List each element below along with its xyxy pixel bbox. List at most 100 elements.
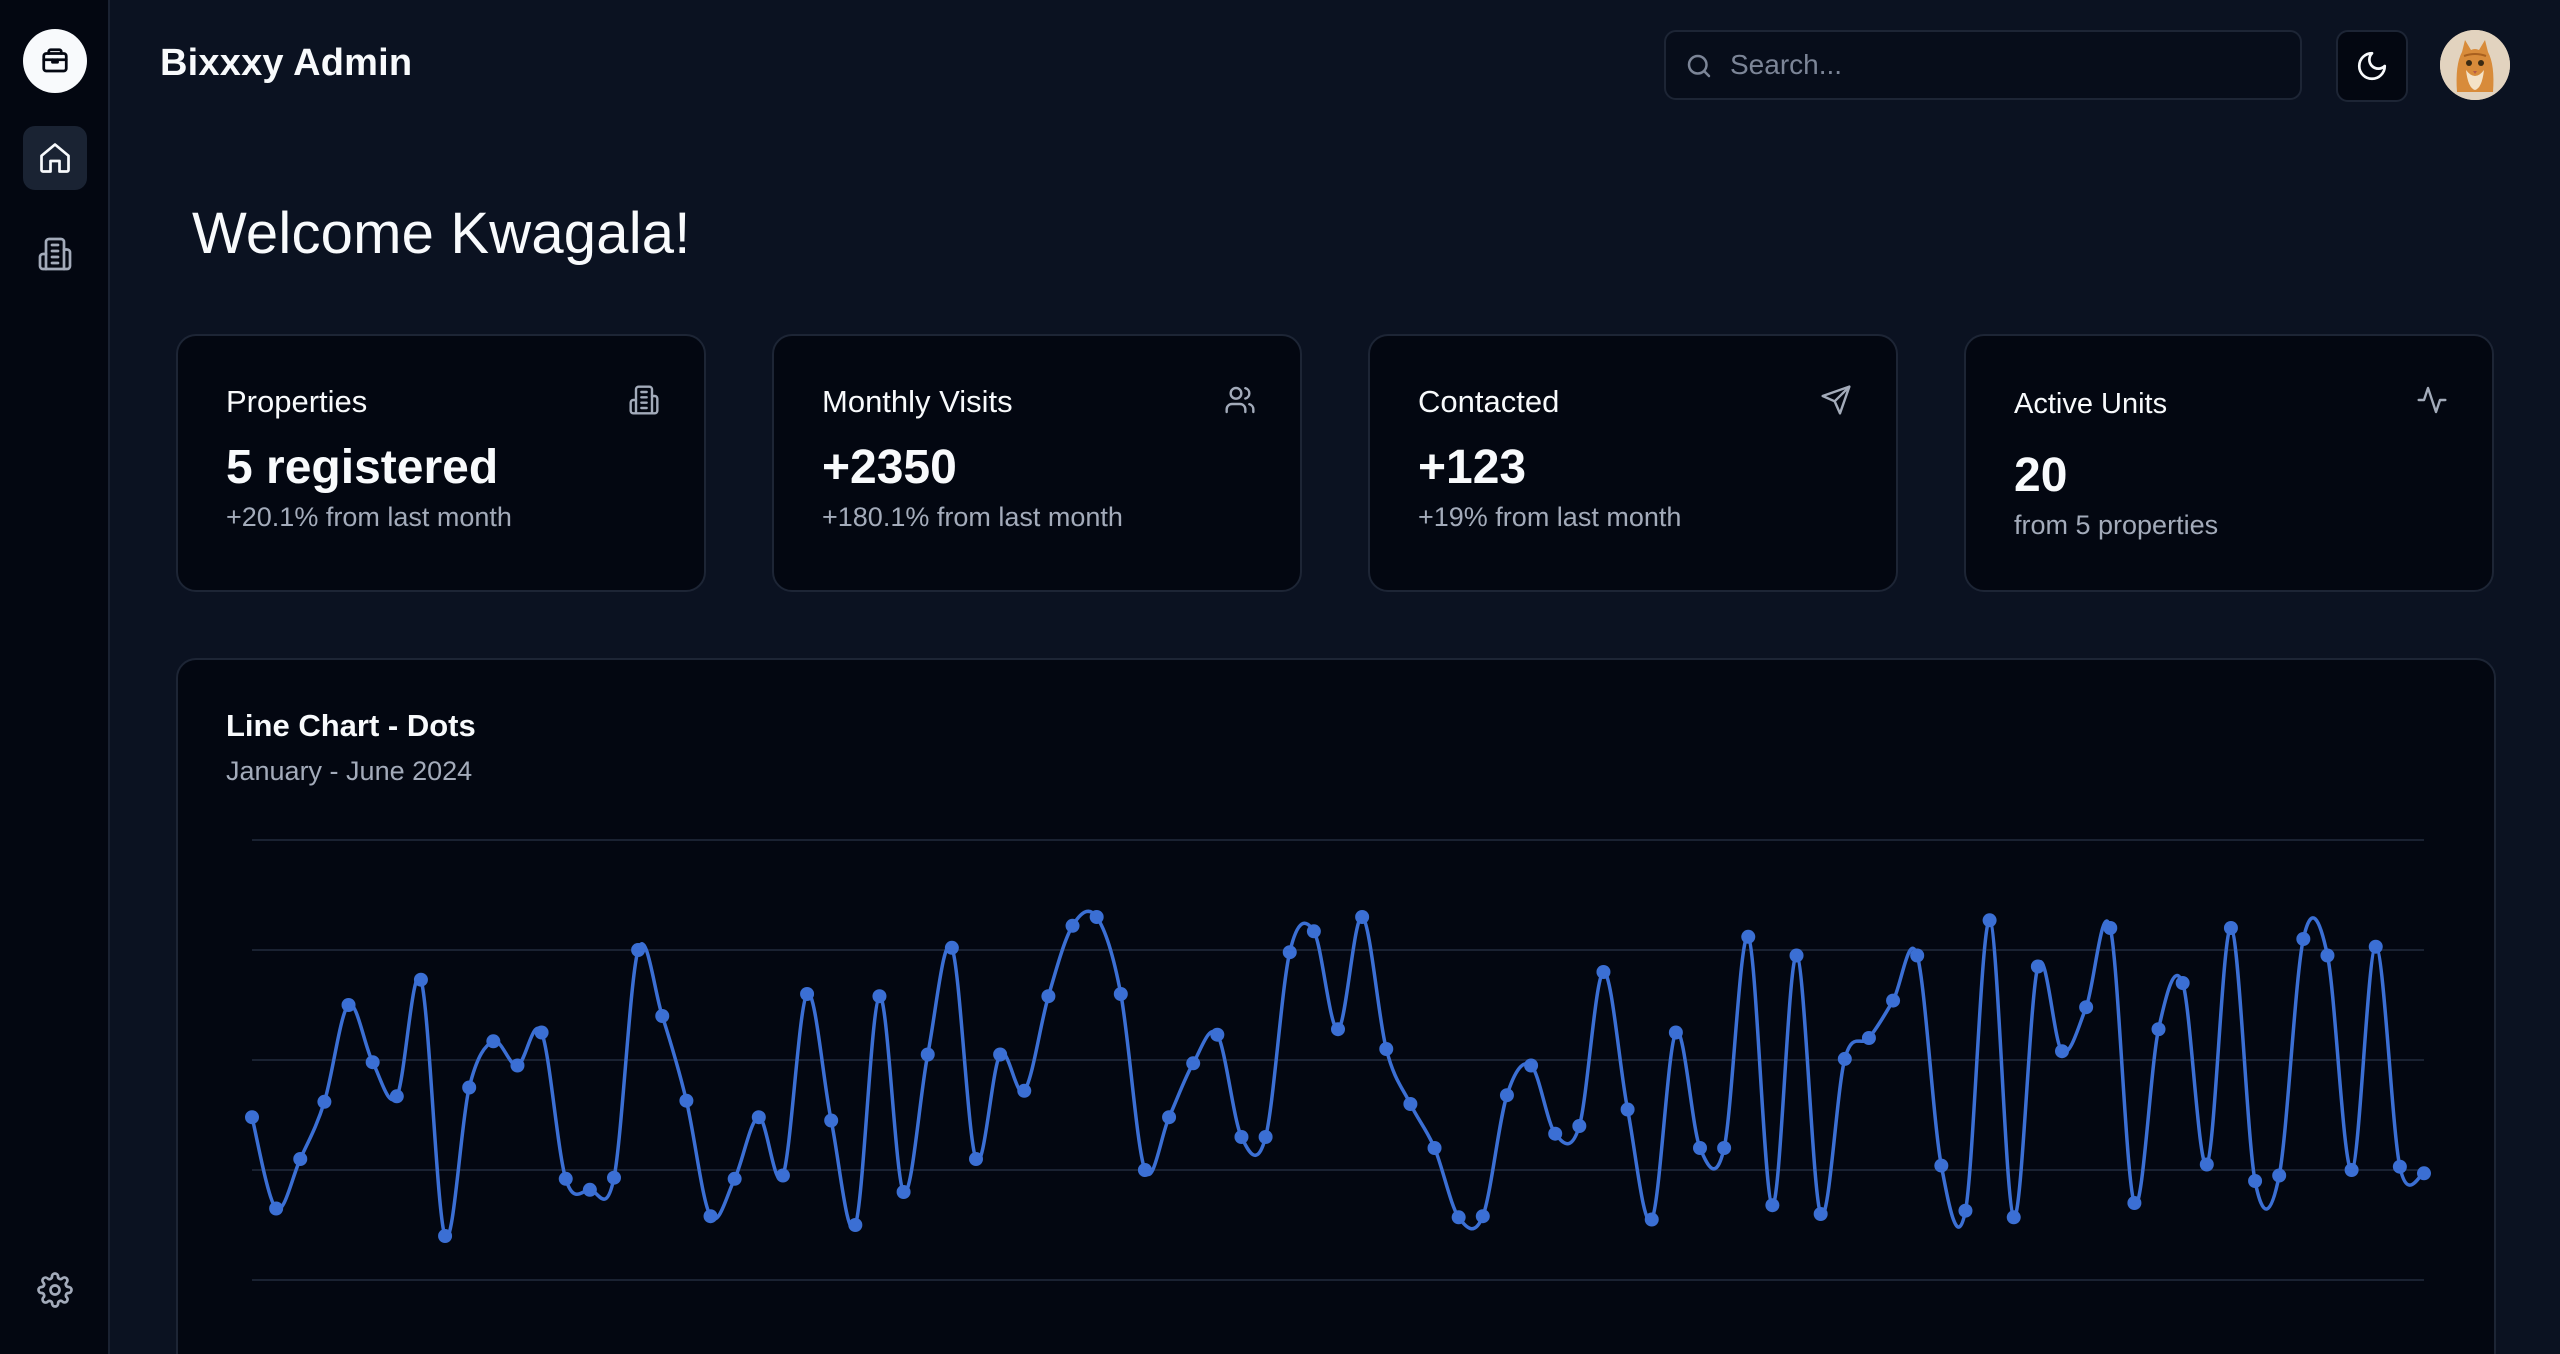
data-point[interactable] [558, 1171, 573, 1186]
data-point[interactable] [1355, 910, 1370, 924]
data-point[interactable] [341, 998, 356, 1012]
data-point[interactable] [2344, 1163, 2359, 1177]
data-point[interactable] [413, 972, 428, 987]
data-point[interactable] [1475, 1209, 1490, 1224]
data-point[interactable] [993, 1047, 1008, 1062]
data-point[interactable] [607, 1170, 621, 1185]
data-point[interactable] [751, 1110, 766, 1125]
data-point[interactable] [2272, 1168, 2287, 1183]
data-point[interactable] [1620, 1102, 1635, 1117]
sidebar-item-properties[interactable] [23, 222, 87, 286]
data-point[interactable] [1596, 965, 1611, 979]
data-point[interactable] [1982, 913, 1997, 928]
data-point[interactable] [486, 1034, 501, 1049]
data-point[interactable] [1765, 1198, 1780, 1213]
data-point[interactable] [2392, 1159, 2407, 1174]
data-point[interactable] [1186, 1056, 1201, 1071]
data-point[interactable] [1041, 989, 1056, 1004]
data-point[interactable] [2320, 948, 2335, 963]
data-point[interactable] [1282, 945, 1297, 960]
data-point[interactable] [510, 1058, 525, 1073]
data-point[interactable] [2248, 1174, 2263, 1188]
theme-toggle-button[interactable] [2336, 30, 2408, 102]
data-point[interactable] [1934, 1158, 1949, 1173]
data-point[interactable] [1306, 924, 1321, 939]
data-point[interactable] [1113, 987, 1128, 1001]
data-point[interactable] [2030, 959, 2045, 974]
card-title: Properties [226, 384, 368, 419]
data-point[interactable] [969, 1152, 983, 1166]
data-point[interactable] [703, 1209, 718, 1224]
data-point[interactable] [1089, 910, 1104, 924]
data-point[interactable] [631, 943, 646, 957]
data-point[interactable] [462, 1080, 477, 1095]
data-point[interactable] [365, 1055, 380, 1070]
data-point[interactable] [582, 1182, 597, 1197]
data-point[interactable] [1668, 1025, 1683, 1040]
data-point[interactable] [1331, 1022, 1345, 1037]
data-point[interactable] [1162, 1110, 1177, 1125]
data-point[interactable] [1572, 1119, 1587, 1133]
data-point[interactable] [2006, 1210, 2021, 1225]
search-box[interactable] [1664, 30, 2302, 100]
data-point[interactable] [1548, 1126, 1563, 1141]
data-point[interactable] [2199, 1157, 2214, 1172]
data-point[interactable] [679, 1093, 694, 1108]
data-point[interactable] [1499, 1088, 1514, 1103]
data-point[interactable] [1741, 929, 1756, 944]
data-point[interactable] [1065, 918, 1080, 933]
sidebar-item-home[interactable] [23, 126, 87, 190]
data-point[interactable] [1524, 1058, 1539, 1073]
data-point[interactable] [727, 1171, 742, 1186]
data-point[interactable] [1427, 1141, 1442, 1155]
data-point[interactable] [438, 1229, 453, 1243]
data-point[interactable] [1717, 1141, 1732, 1155]
data-point[interactable] [1017, 1083, 1032, 1098]
data-point[interactable] [1137, 1163, 1152, 1177]
data-point[interactable] [800, 987, 815, 1001]
avatar[interactable] [2440, 30, 2510, 100]
data-point[interactable] [896, 1185, 911, 1199]
data-point[interactable] [2223, 921, 2238, 935]
data-point[interactable] [920, 1047, 935, 1062]
search-input[interactable] [1730, 32, 2290, 98]
data-point[interactable] [1451, 1210, 1466, 1225]
data-point[interactable] [269, 1201, 284, 1216]
data-point[interactable] [824, 1113, 839, 1128]
data-point[interactable] [1210, 1027, 1225, 1042]
data-point[interactable] [2417, 1166, 2431, 1181]
data-point[interactable] [1234, 1130, 1249, 1144]
data-point[interactable] [1837, 1051, 1852, 1066]
data-point[interactable] [2368, 939, 2383, 954]
data-point[interactable] [944, 940, 959, 955]
data-point[interactable] [2055, 1044, 2069, 1059]
data-point[interactable] [1886, 993, 1901, 1008]
data-point[interactable] [1910, 948, 1925, 963]
data-point[interactable] [1403, 1097, 1418, 1111]
data-point[interactable] [2079, 1000, 2094, 1015]
data-point[interactable] [1789, 948, 1804, 963]
data-point[interactable] [1379, 1042, 1394, 1056]
data-point[interactable] [2175, 976, 2190, 990]
data-point[interactable] [1693, 1141, 1707, 1155]
data-point[interactable] [534, 1025, 549, 1040]
data-point[interactable] [1958, 1203, 1973, 1218]
data-point[interactable] [1258, 1130, 1273, 1144]
sidebar-item-settings[interactable] [23, 1258, 87, 1322]
data-point[interactable] [1861, 1031, 1876, 1045]
data-point[interactable] [2103, 921, 2118, 935]
data-point[interactable] [389, 1089, 404, 1104]
data-point[interactable] [1644, 1212, 1659, 1227]
data-point[interactable] [2151, 1022, 2166, 1037]
data-point[interactable] [1813, 1207, 1828, 1221]
app-logo[interactable] [23, 29, 87, 93]
data-point[interactable] [2127, 1196, 2142, 1210]
data-point[interactable] [245, 1110, 259, 1125]
data-point[interactable] [848, 1218, 863, 1232]
data-point[interactable] [317, 1094, 332, 1109]
data-point[interactable] [655, 1009, 670, 1023]
data-point[interactable] [2296, 932, 2311, 946]
data-point[interactable] [775, 1168, 790, 1183]
data-point[interactable] [872, 989, 887, 1004]
data-point[interactable] [293, 1152, 308, 1166]
